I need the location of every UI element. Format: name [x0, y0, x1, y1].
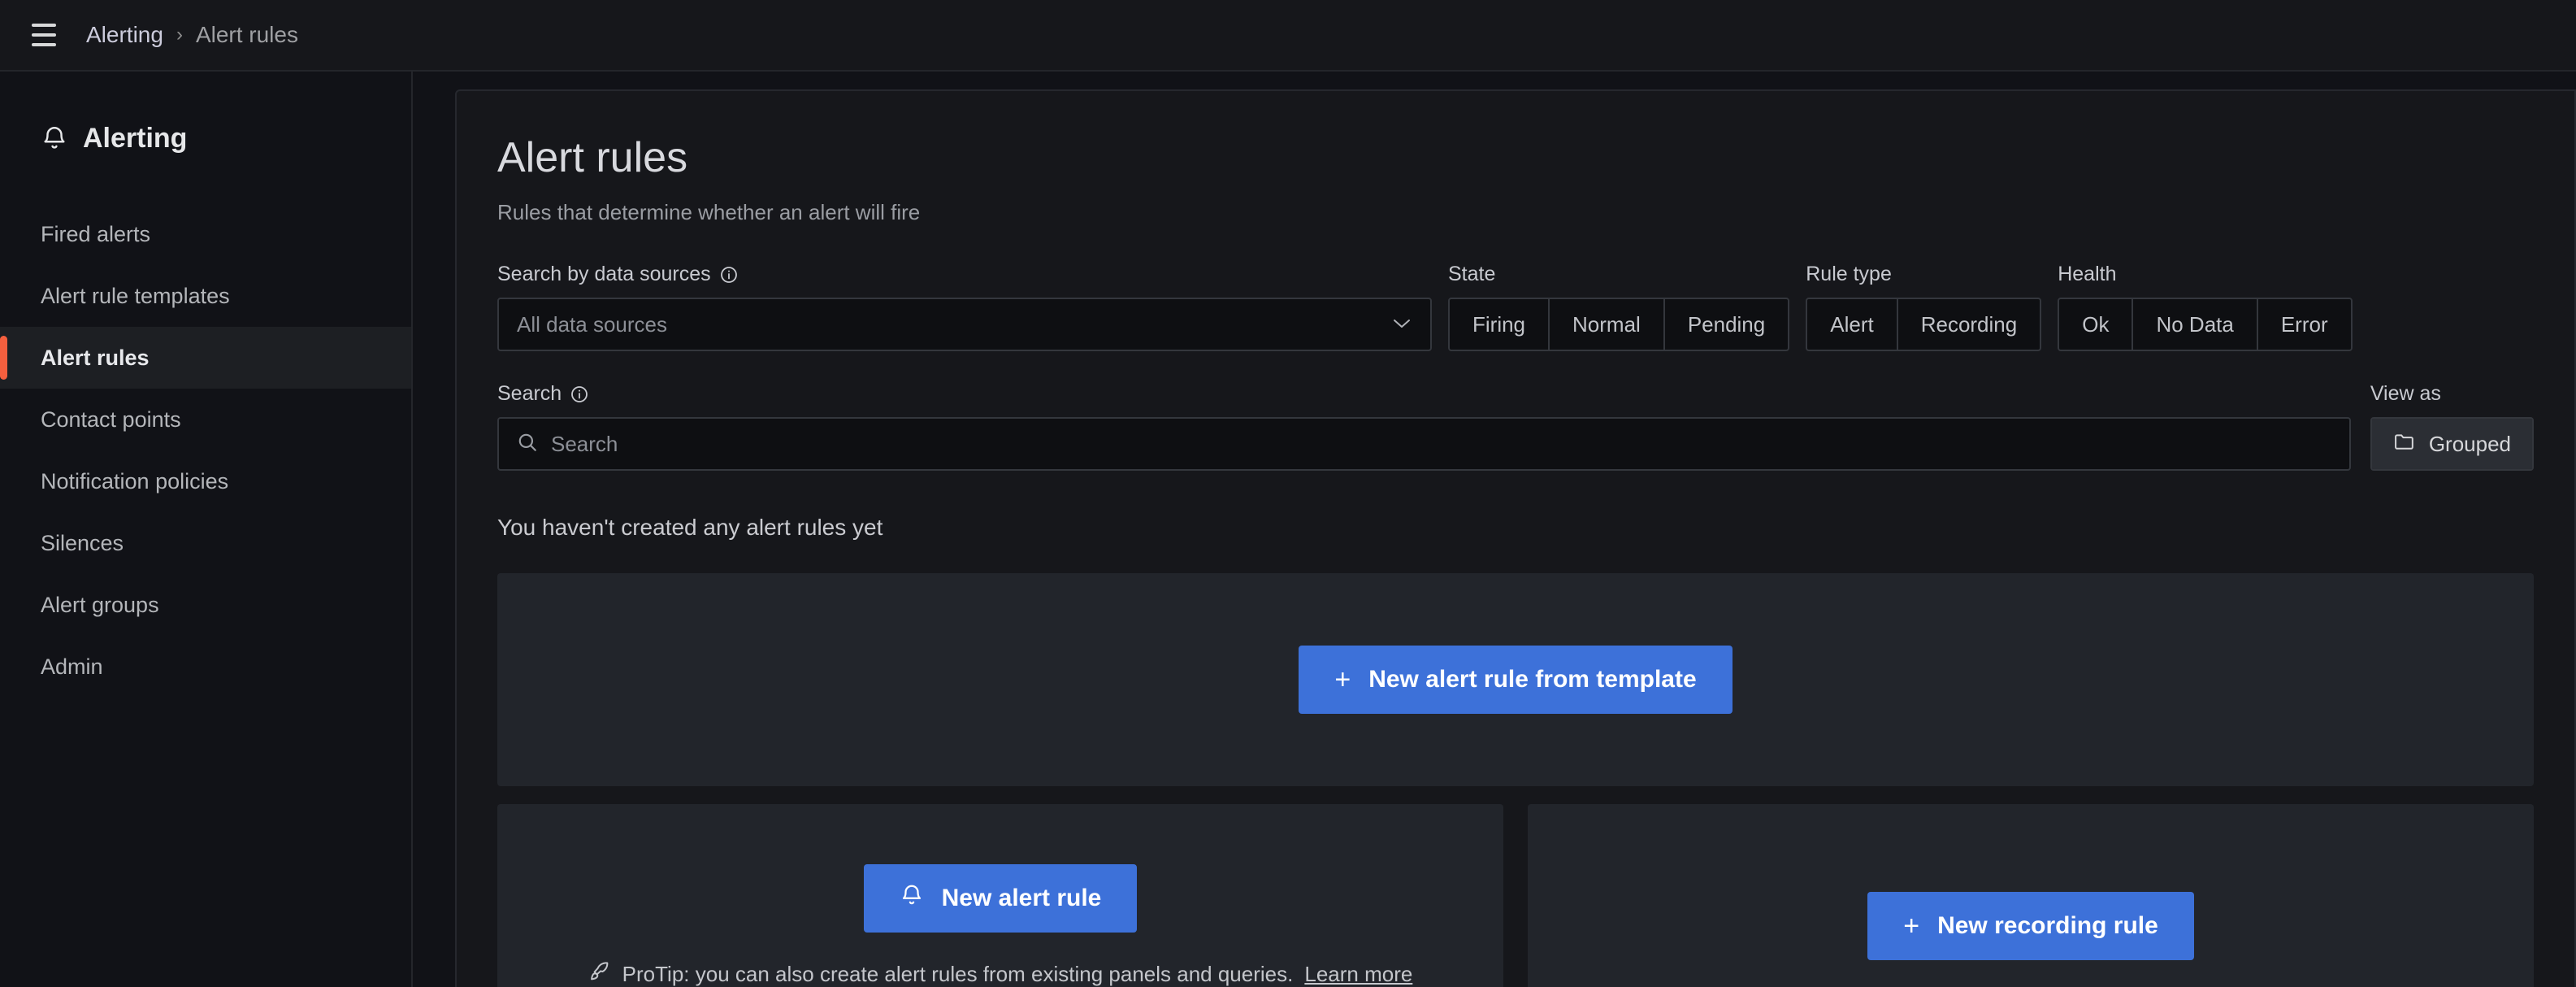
state-option-pending[interactable]: Pending — [1665, 299, 1788, 350]
search-filter-label: Search — [497, 382, 2351, 406]
top-navigation-bar: Alerting › Alert rules — [0, 0, 2576, 72]
search-input-wrapper[interactable] — [497, 417, 2351, 471]
rocket-icon — [588, 960, 611, 987]
sidebar-item-label: Fired alerts — [41, 221, 151, 246]
plus-icon: + — [1903, 911, 1920, 941]
sidebar-item-label: Admin — [41, 654, 103, 679]
health-option-ok[interactable]: Ok — [2059, 299, 2134, 350]
health-option-no-data[interactable]: No Data — [2133, 299, 2258, 350]
health-filter-group: Ok No Data Error — [2058, 298, 2353, 351]
cta-card-row: New alert rule ProTip: you can also crea… — [497, 804, 2534, 987]
bell-icon — [900, 883, 924, 914]
plus-icon: + — [1334, 664, 1351, 695]
health-filter: Health Ok No Data Error — [2058, 263, 2353, 351]
hamburger-menu-icon[interactable] — [24, 15, 63, 54]
page-title: Alert rules — [497, 134, 688, 181]
data-source-label-text: Search by data sources — [497, 263, 711, 285]
sidebar-item-label: Alert rule templates — [41, 283, 230, 308]
rule-type-filter-group: Alert Recording — [1806, 298, 2042, 351]
new-alert-rule-label: New alert rule — [941, 884, 1102, 911]
sidebar-item-label: Notification policies — [41, 468, 229, 494]
sidebar-item-label: Contact points — [41, 407, 181, 432]
state-option-firing[interactable]: Firing — [1450, 299, 1550, 350]
new-alert-rule-from-template-label: New alert rule from template — [1368, 666, 1697, 693]
search-icon — [517, 432, 538, 457]
rule-type-filter: Rule type Alert Recording — [1806, 263, 2042, 351]
hamburger-bar — [32, 43, 56, 46]
search-filter: Search — [497, 382, 2351, 471]
breadcrumb-separator-icon: › — [176, 24, 183, 46]
app-shell: Alerting Fired alerts Alert rule templat… — [0, 72, 2576, 987]
page-subtitle: Rules that determine whether an alert wi… — [497, 200, 921, 224]
health-option-error[interactable]: Error — [2258, 299, 2351, 350]
folder-icon — [2393, 432, 2416, 457]
protip-text: ProTip: you can also create alert rules … — [588, 960, 1412, 987]
rule-type-label-text: Rule type — [1806, 263, 1892, 285]
bell-icon — [41, 124, 68, 152]
hamburger-bar — [32, 33, 56, 37]
new-alert-rule-button[interactable]: New alert rule — [863, 863, 1138, 933]
new-recording-rule-button[interactable]: + New recording rule — [1867, 892, 2194, 960]
hamburger-bar — [32, 24, 56, 27]
new-recording-rule-card: + New recording rule — [1528, 804, 2534, 987]
view-as-label-text: View as — [2370, 382, 2441, 405]
breadcrumb-item-alerting[interactable]: Alerting — [86, 22, 163, 48]
breadcrumb: Alerting › Alert rules — [86, 22, 298, 48]
state-filter: State Firing Normal Pending — [1448, 263, 1790, 351]
rule-type-option-recording[interactable]: Recording — [1898, 299, 2040, 350]
view-as-option-grouped[interactable]: Grouped — [2371, 419, 2532, 469]
new-alert-rule-card: New alert rule ProTip: you can also crea… — [497, 804, 1503, 987]
rule-type-filter-label: Rule type — [1806, 263, 2041, 286]
sidebar-item-alert-groups[interactable]: Alert groups — [0, 574, 411, 636]
protip-learn-more-link[interactable]: Learn more — [1304, 962, 1412, 987]
info-circle-icon[interactable] — [570, 385, 589, 404]
search-label-text: Search — [497, 382, 562, 405]
view-as-group: Grouped — [2370, 417, 2534, 471]
sidebar-item-label: Alert groups — [41, 592, 159, 617]
info-circle-icon[interactable] — [719, 265, 739, 285]
sidebar-item-silences[interactable]: Silences — [0, 512, 411, 574]
breadcrumb-item-current: Alert rules — [195, 22, 298, 47]
sidebar-item-label: Silences — [41, 530, 124, 555]
view-as-control: View as Grouped — [2370, 382, 2534, 471]
new-recording-rule-label: New recording rule — [1937, 912, 2158, 939]
alerting-sidebar: Alerting Fired alerts Alert rule templat… — [0, 72, 413, 987]
sidebar-item-label: Alert rules — [41, 345, 150, 370]
view-as-selected-value: Grouped — [2428, 431, 2511, 456]
data-source-selected-value: All data sources — [517, 311, 667, 337]
data-source-filter-label: Search by data sources — [497, 263, 1432, 286]
data-source-select[interactable]: All data sources — [497, 298, 1432, 351]
data-source-filter: Search by data sources All data sources — [497, 263, 1432, 351]
new-alert-rule-from-template-button[interactable]: + New alert rule from template — [1299, 646, 1733, 714]
state-label-text: State — [1448, 263, 1496, 285]
state-filter-label: State — [1448, 263, 1789, 286]
state-option-normal[interactable]: Normal — [1550, 299, 1665, 350]
chevron-down-icon — [1391, 315, 1412, 334]
sidebar-item-notification-policies[interactable]: Notification policies — [0, 450, 411, 512]
search-input[interactable] — [551, 431, 2331, 457]
protip-message: ProTip: you can also create alert rules … — [622, 961, 1294, 986]
health-label-text: Health — [2058, 263, 2117, 285]
filter-bar: Search by data sources All data sources — [497, 263, 2574, 351]
sidebar-item-alert-rule-templates[interactable]: Alert rule templates — [0, 265, 411, 327]
sidebar-item-contact-points[interactable]: Contact points — [0, 389, 411, 450]
main-column: Alert rules Rules that determine whether… — [413, 72, 2576, 987]
sidebar-item-admin[interactable]: Admin — [0, 636, 411, 698]
state-filter-group: Firing Normal Pending — [1448, 298, 1790, 351]
sidebar-title: Alerting — [83, 122, 188, 154]
search-bar: Search Search View as Grouped — [497, 382, 2574, 471]
template-cta-card: + New alert rule from template — [497, 573, 2534, 786]
rule-type-option-alert[interactable]: Alert — [1807, 299, 1898, 350]
empty-state-message: You haven't created any alert rules yet — [497, 515, 883, 540]
health-filter-label: Health — [2058, 263, 2352, 286]
view-as-label: View as — [2370, 382, 2534, 406]
content-panel: Alert rules Rules that determine whether… — [455, 89, 2576, 987]
sidebar-item-fired-alerts[interactable]: Fired alerts — [0, 203, 411, 265]
sidebar-header: Alerting — [0, 114, 411, 163]
sidebar-item-alert-rules[interactable]: Alert rules — [0, 327, 411, 389]
